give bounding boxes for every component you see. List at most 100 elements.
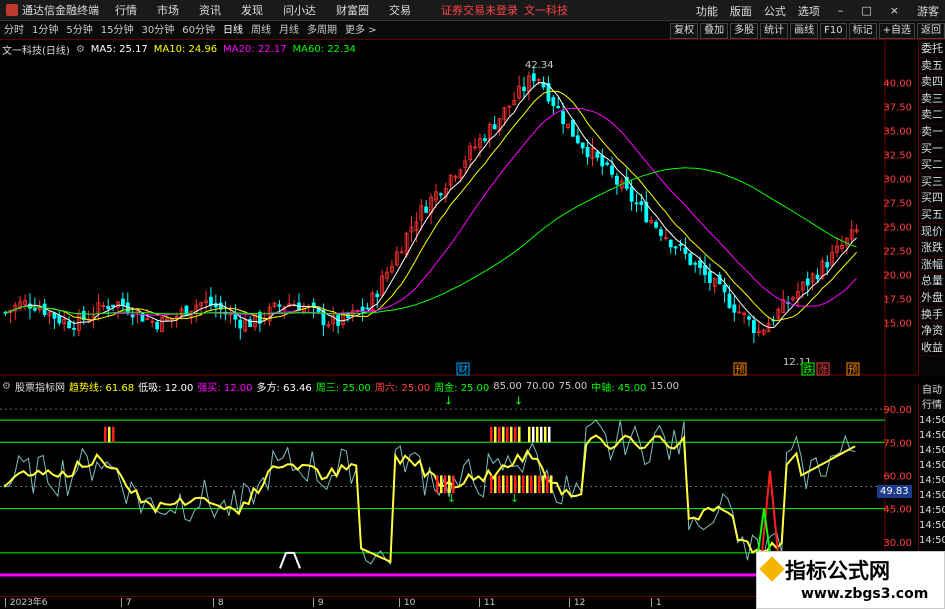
signal-bar-d-7 (518, 426, 521, 443)
candle-body-106 (522, 86, 526, 91)
side-item-18[interactable]: 收益 (919, 340, 945, 357)
side-item-15[interactable]: 外盘 (919, 290, 945, 307)
date-label-5: | 11 (478, 598, 496, 608)
candle-body-22 (111, 304, 116, 308)
tick-item-7: 14:50 (919, 490, 945, 501)
side-item-10[interactable]: 买五 (919, 207, 945, 224)
candle-body-166 (815, 274, 820, 280)
signal-bar-c-5 (510, 475, 513, 494)
side-item-16[interactable]: 换手 (919, 307, 945, 324)
candle-body-13 (67, 321, 71, 329)
watermark-title: 指标公式网 (785, 559, 890, 583)
settings-icon[interactable]: ⚙ (76, 44, 85, 55)
price-label-0: 40.00 (883, 78, 912, 89)
date-label-6: | 12 (568, 598, 586, 608)
signal-bar-c-8 (522, 475, 525, 494)
back-button[interactable]: 返回 (917, 22, 945, 39)
tick-item-1: 行情 (922, 400, 942, 411)
low-buy-marker (279, 551, 301, 569)
candlestick-series (3, 67, 859, 343)
candle-body-81 (399, 251, 404, 254)
tick-item-5: 14:50 (919, 460, 945, 471)
tick-item-4: 14:50 (919, 445, 945, 456)
candle-body-138 (678, 244, 683, 246)
side-item-11[interactable]: 现价 (919, 224, 945, 241)
candle-body-141 (693, 262, 698, 265)
signal-bar-c-11 (534, 475, 537, 494)
price-axis: 40.00 37.50 35.00 32.50 30.00 27.50 25.00 22.50… (883, 78, 912, 329)
candle-body-164 (805, 278, 810, 286)
price-label-6: 25.00 (883, 222, 912, 233)
candle-body-128 (629, 186, 634, 202)
tick-item-8: 14:50 (919, 505, 945, 516)
candle-body-86 (424, 206, 429, 213)
side-item-17[interactable]: 净资 (919, 323, 945, 340)
candle-body-133 (654, 221, 658, 228)
signal-bar-c-6 (514, 475, 517, 494)
signal-bar-c-15 (550, 475, 553, 494)
side-item-13[interactable]: 涨幅 (919, 257, 945, 274)
side-item-6[interactable]: 买一 (919, 141, 945, 158)
ma20-label: MA20: 22.17 (223, 43, 287, 55)
low-buy-label: 低吸: 12.00 (138, 382, 194, 394)
high-price-label: 42.34 (525, 60, 554, 71)
candle-body-118 (580, 142, 585, 149)
signal-bar-e-5 (548, 426, 551, 443)
signal-bar-c-13 (542, 475, 545, 494)
side-item-12[interactable]: 涨跌 (919, 240, 945, 257)
candle-body-139 (683, 247, 688, 254)
kline-chart[interactable]: 42.3412.11财预跌涨预 40.0037.5035.0032.5030.0… (0, 0, 918, 596)
signal-bar-d-4 (506, 426, 509, 443)
side-item-14[interactable]: 总量 (919, 273, 945, 290)
side-item-5[interactable]: 卖一 (919, 124, 945, 141)
candle-body-74 (365, 307, 370, 310)
side-item-7[interactable]: 买二 (919, 157, 945, 174)
candle-body-11 (57, 314, 62, 324)
candle-body-122 (600, 155, 605, 167)
price-label-8: 20.00 (883, 270, 912, 281)
candle-body-24 (120, 298, 125, 306)
candle-body-21 (106, 305, 111, 310)
signal-bar-d-3 (502, 426, 505, 443)
candle-body-144 (707, 271, 712, 283)
price-label-9: 17.50 (883, 294, 912, 305)
ind-axis-label-0: 90.00 (883, 405, 912, 416)
date-label-2: | 8 (212, 598, 224, 608)
candle-body-31 (155, 321, 160, 330)
watermark-url: www.zbgs3.com (801, 586, 929, 602)
side-item-2[interactable]: 卖四 (919, 74, 945, 91)
event-marker-1: 预 (735, 364, 745, 376)
side-item-1[interactable]: 卖五 (919, 58, 945, 75)
side-item-4[interactable]: 卖二 (919, 107, 945, 124)
side-item-8[interactable]: 买三 (919, 174, 945, 191)
candle-body-56 (277, 304, 282, 307)
price-label-10: 15.00 (883, 318, 912, 329)
line1-label: 周三: 25.00 (315, 382, 371, 394)
signal-bar-d-5 (510, 426, 513, 443)
candle-body-123 (605, 162, 610, 165)
candle-body-136 (668, 239, 673, 248)
tick-item-0: 自动 (922, 385, 942, 396)
date-label-3: | 9 (312, 598, 324, 608)
signal-bar-c-4 (506, 475, 509, 494)
side-item-0[interactable]: 委托 (919, 41, 945, 58)
date-label-0: | 2023年6 (4, 598, 48, 608)
price-label-7: 22.50 (883, 246, 912, 257)
indicator-settings-icon[interactable]: ⚙ (2, 381, 11, 392)
tick-item-3: 14:50 (919, 430, 945, 441)
side-item-9[interactable]: 买四 (919, 190, 945, 207)
line3-label: 周金: 25.00 (434, 382, 490, 394)
signal-bar-a-0 (104, 426, 107, 443)
signal-bar-d-1 (494, 426, 497, 443)
candle-body-168 (825, 262, 830, 268)
ma60-label: MA60: 22.34 (292, 43, 356, 55)
watermark-icon (759, 556, 785, 582)
signal-bar-b-2 (444, 475, 447, 494)
side-item-3[interactable]: 卖三 (919, 91, 945, 108)
line6-label: 75.00 (558, 380, 588, 392)
event-marker-4: 预 (848, 364, 858, 376)
down-arrow-icon-2: ↓ (514, 395, 523, 408)
event-marker-2: 跌 (803, 363, 813, 376)
strong-buy-label: 强买: 12.00 (197, 382, 253, 394)
signal-bar-c-10 (530, 475, 533, 494)
